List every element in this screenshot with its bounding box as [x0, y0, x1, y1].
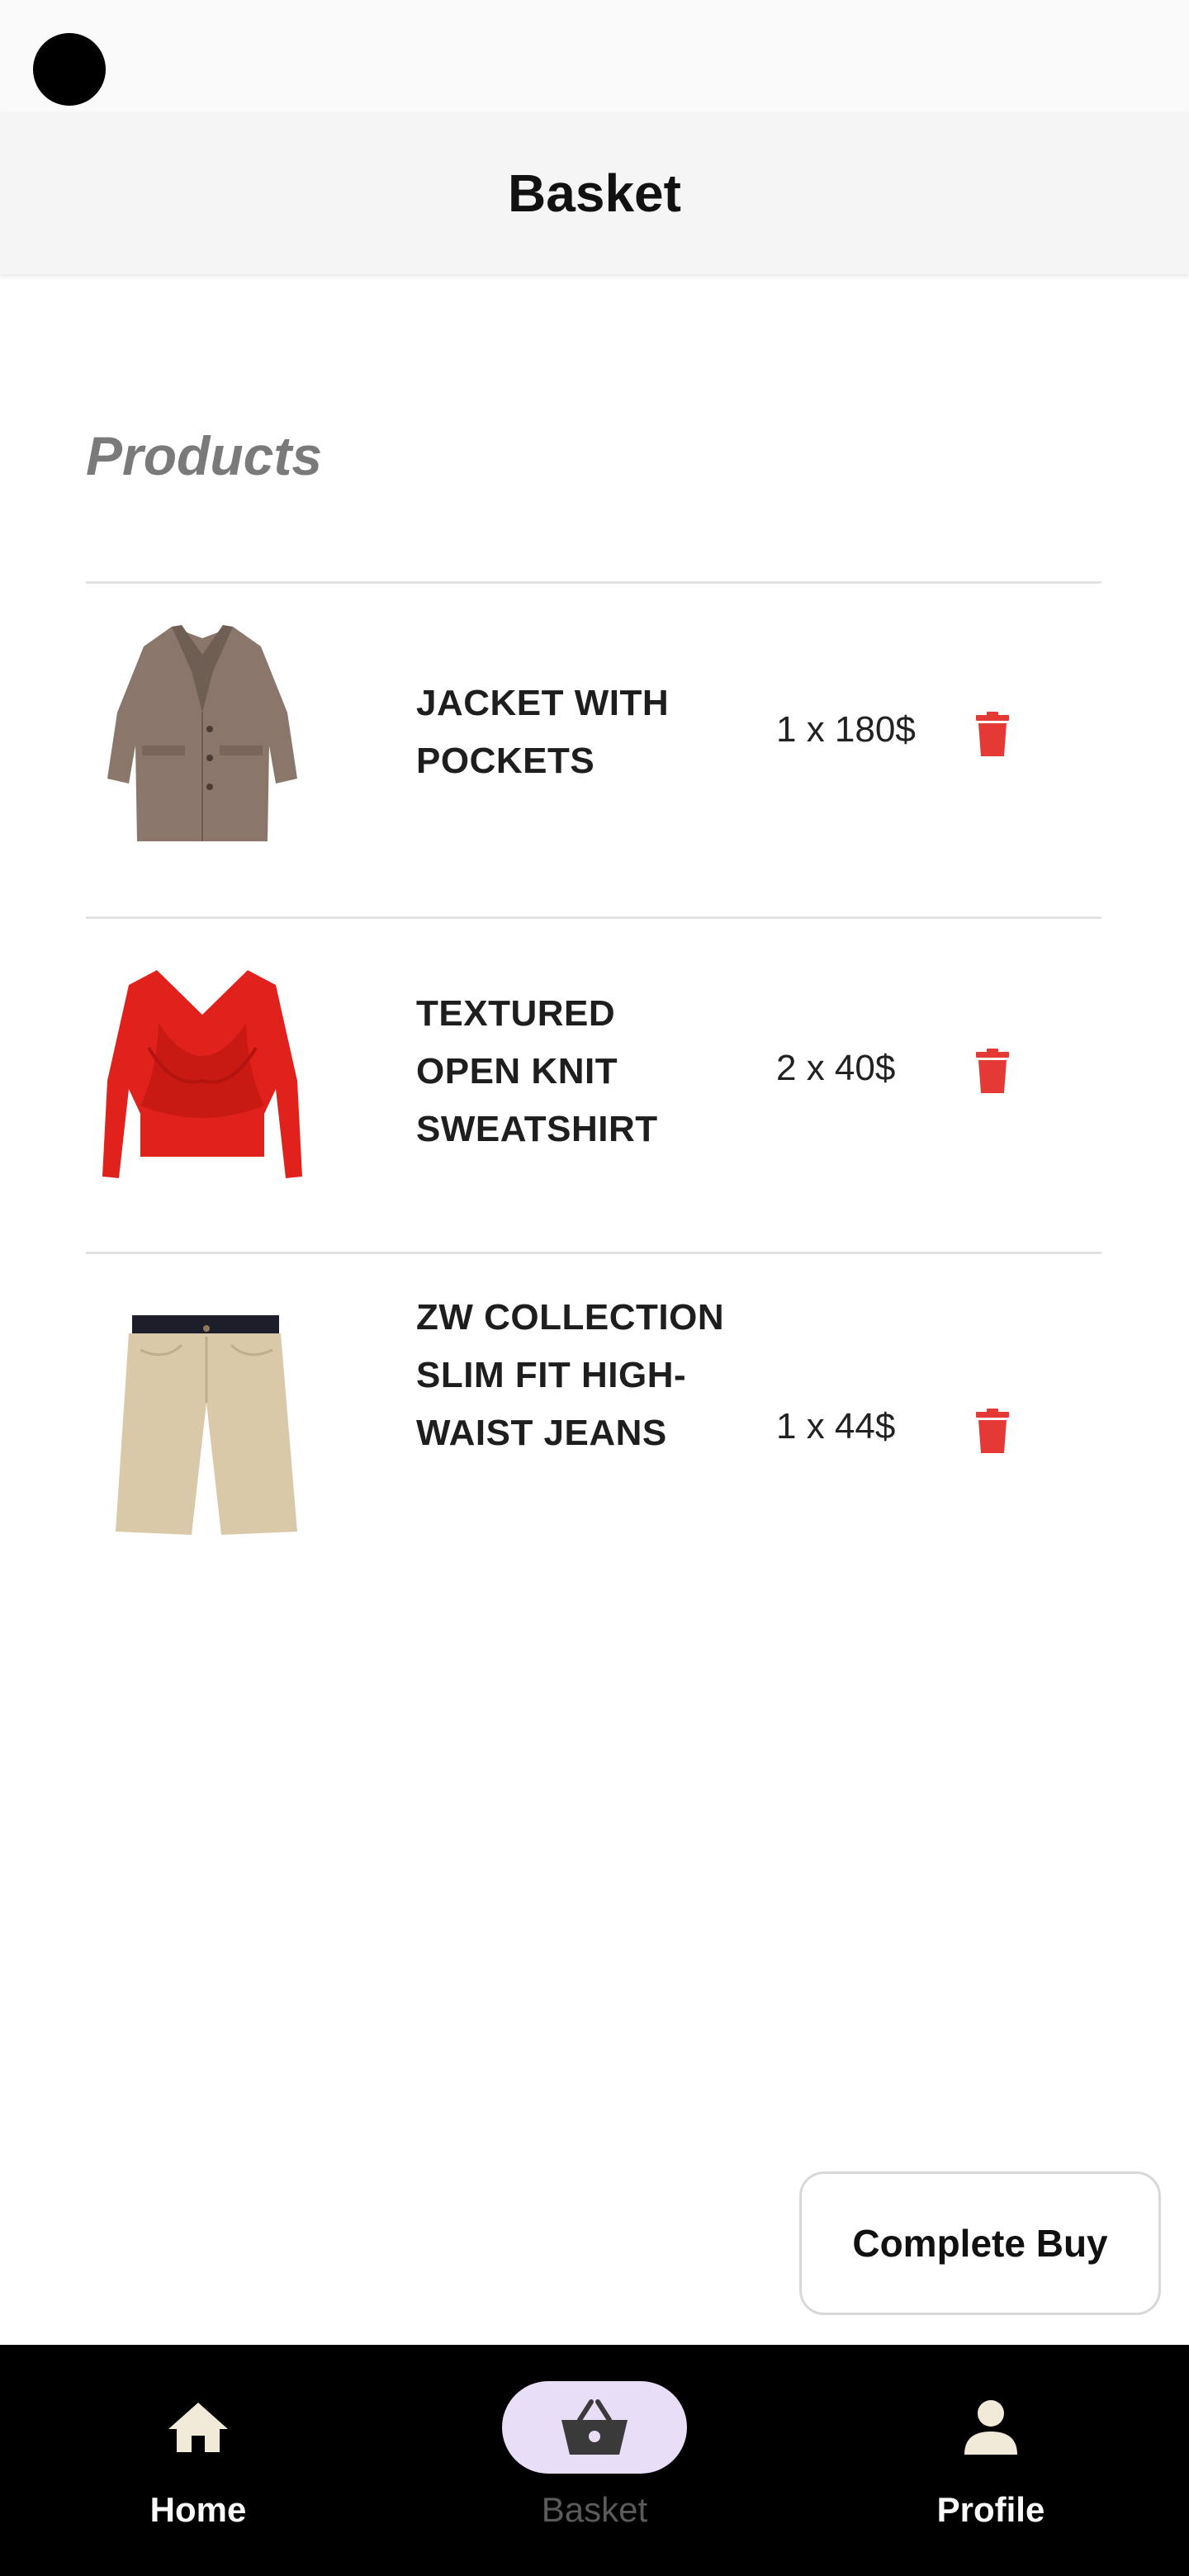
nav-label-profile: Profile — [936, 2490, 1045, 2529]
delete-button[interactable] — [968, 1403, 1017, 1461]
bottom-navigation: Home Basket Profile — [0, 2345, 1189, 2576]
person-icon — [964, 2400, 1017, 2455]
product-image-sweatshirt — [102, 970, 302, 1178]
product-row: TEXTURED OPEN KNIT SWEATSHIRT 2 x 40$ — [86, 916, 1101, 1252]
product-row: ZW COLLECTION SLIM FIT HIGH-WAIST JEANS … — [86, 1252, 1101, 1598]
complete-buy-button[interactable]: Complete Buy — [799, 2171, 1161, 2315]
nav-item-profile[interactable]: Profile — [867, 2381, 1115, 2546]
basket-icon — [561, 2399, 628, 2455]
nav-pill-active — [502, 2381, 687, 2474]
app-bar: Basket — [0, 112, 1189, 274]
product-image-jacket — [107, 625, 297, 841]
trash-icon — [976, 1049, 1009, 1093]
nav-item-basket[interactable]: Basket — [471, 2381, 718, 2546]
delete-button[interactable] — [968, 1043, 1017, 1101]
camera-cutout — [33, 33, 106, 106]
product-list: JACKET WITH POCKETS 1 x 180$ TEXTURED OP… — [86, 581, 1101, 1598]
nav-pill — [898, 2381, 1083, 2474]
product-quantity-price: 1 x 180$ — [776, 709, 916, 750]
product-quantity-price: 2 x 40$ — [776, 1048, 896, 1088]
products-section-title: Products — [86, 425, 323, 486]
status-bar — [0, 0, 1189, 112]
product-name: JACKET WITH POCKETS — [416, 683, 670, 781]
product-row: JACKET WITH POCKETS 1 x 180$ — [86, 581, 1101, 916]
product-name: ZW COLLECTION SLIM FIT HIGH-WAIST JEANS — [416, 1297, 725, 1453]
trash-icon — [976, 1409, 1009, 1453]
nav-pill — [106, 2381, 291, 2474]
product-name: TEXTURED OPEN KNIT SWEATSHIRT — [416, 993, 658, 1149]
trash-icon — [976, 712, 1009, 756]
nav-label-home: Home — [149, 2490, 247, 2529]
home-icon — [168, 2403, 228, 2452]
product-image-jeans — [116, 1315, 297, 1535]
page-title: Basket — [508, 163, 681, 223]
delete-button[interactable] — [968, 706, 1017, 764]
nav-item-home[interactable]: Home — [74, 2381, 322, 2546]
product-quantity-price: 1 x 44$ — [776, 1406, 896, 1447]
nav-label-basket: Basket — [541, 2490, 648, 2529]
